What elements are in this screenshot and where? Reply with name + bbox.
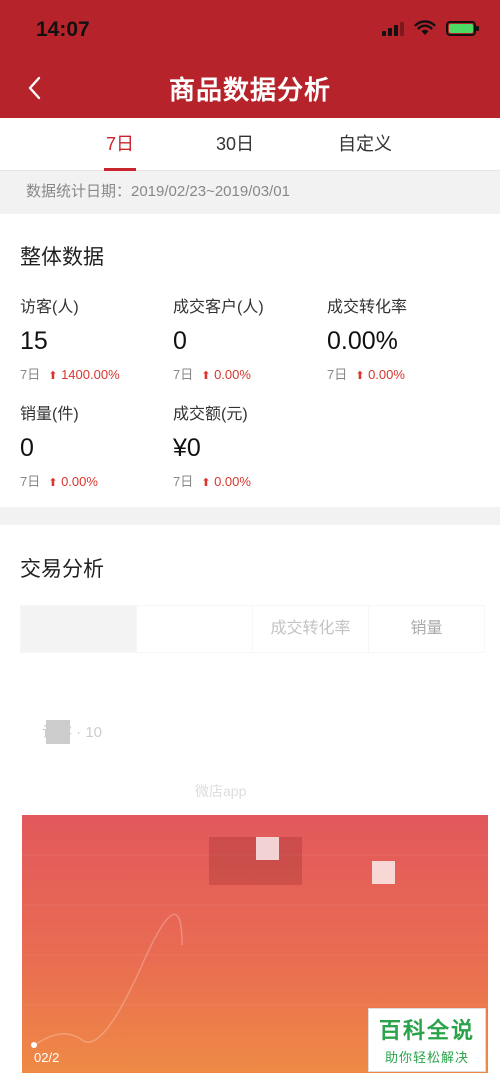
metric-label: 销量(件) xyxy=(20,406,79,423)
metric-change-value: 0.00% xyxy=(368,367,405,382)
tab-7-days[interactable]: 7日 xyxy=(90,118,150,171)
metric-change-value: 0.00% xyxy=(214,367,251,382)
status-bar: 14:07 xyxy=(0,0,500,60)
cellular-signal-icon xyxy=(382,20,404,36)
metric-period: 7日 xyxy=(20,367,41,382)
metric-conversion-rate: 成交转化率 0.00% 7日 ⬆ 0.00% xyxy=(327,293,477,383)
chart-mosaic-light xyxy=(256,837,279,860)
watermark-subtitle: 助你轻松解决 xyxy=(384,1050,469,1065)
chart-mosaic-light xyxy=(372,861,395,884)
faded-source-text: 微店app xyxy=(195,783,247,799)
trade-tab-2[interactable] xyxy=(137,606,253,652)
metric-revenue: 成交额(元) ¥0 7日 ⬆ 0.00% xyxy=(173,400,323,490)
metric-change: 7日 ⬆ 0.00% xyxy=(20,471,170,490)
arrow-up-icon: ⬆ xyxy=(355,370,365,382)
date-range: 数据统计日期：2019/02/23~2019/03/01 xyxy=(0,172,500,214)
faded-legend-text: 访客 · 10 xyxy=(42,724,103,741)
metric-change-value: 0.00% xyxy=(214,474,251,489)
metric-change-value: 1400.00% xyxy=(61,367,120,382)
trade-tab-1[interactable] xyxy=(21,606,137,652)
metric-value: 0 xyxy=(20,434,34,462)
period-tabs: 7日 30日 自定义 xyxy=(0,118,500,171)
metric-change: 7日 ⬆ 0.00% xyxy=(327,364,477,383)
arrow-up-icon: ⬆ xyxy=(48,477,58,489)
app-header: 14:07 商品数据分析 xyxy=(0,0,500,118)
metric-change: 7日 ⬆ 1400.00% xyxy=(20,364,170,383)
arrow-up-icon: ⬆ xyxy=(48,370,58,382)
metric-label: 成交转化率 xyxy=(327,299,408,316)
tab-custom[interactable]: 自定义 xyxy=(325,118,405,171)
tab-30-days[interactable]: 30日 xyxy=(200,118,270,171)
metric-label: 成交额(元) xyxy=(173,406,248,423)
metric-label: 访客(人) xyxy=(20,299,79,316)
status-icons xyxy=(382,20,479,36)
trade-tab-sales[interactable]: 销量 xyxy=(369,606,484,652)
metric-period: 7日 xyxy=(173,367,194,382)
metric-sales-volume: 销量(件) 0 7日 ⬆ 0.00% xyxy=(20,400,170,490)
metric-label: 成交客户(人) xyxy=(173,299,264,316)
metric-period: 7日 xyxy=(327,367,348,382)
watermark-logo: 百科全说 助你轻松解决 xyxy=(368,1008,486,1072)
trade-metric-tabs: 成交转化率 销量 xyxy=(20,605,485,653)
metric-visitors: 访客(人) 15 7日 ⬆ 1400.00% xyxy=(20,293,170,383)
arrow-up-icon: ⬆ xyxy=(201,370,211,382)
metric-change: 7日 ⬆ 0.00% xyxy=(173,364,323,383)
watermark-title: 百科全说 xyxy=(378,1018,475,1043)
trade-tab-conversion[interactable]: 成交转化率 xyxy=(253,606,369,652)
metric-change: 7日 ⬆ 0.00% xyxy=(173,471,323,490)
metric-value: 15 xyxy=(20,327,48,355)
arrow-up-icon: ⬆ xyxy=(201,477,211,489)
metric-value: 0 xyxy=(173,327,187,355)
page-title: 商品数据分析 xyxy=(168,75,331,105)
wifi-icon xyxy=(414,20,436,35)
trade-section-title: 交易分析 xyxy=(20,558,104,581)
status-time: 14:07 xyxy=(36,18,90,41)
metric-customers: 成交客户(人) 0 7日 ⬆ 0.00% xyxy=(173,293,323,383)
metric-value: 0.00% xyxy=(327,327,398,355)
chart-x-label: 02/2 xyxy=(34,1050,60,1065)
overall-section-title: 整体数据 xyxy=(20,246,104,269)
trade-analysis-card: 交易分析 成交转化率 销量 访客 · 10 微店app 02/2 xyxy=(0,525,500,1082)
battery-icon xyxy=(446,20,479,36)
metric-period: 7日 xyxy=(20,474,41,489)
metric-period: 7日 xyxy=(173,474,194,489)
overall-data-card: 整体数据 访客(人) 15 7日 ⬆ 1400.00% 成交客户(人) 0 7日 ⬆… xyxy=(0,214,500,507)
metric-value: ¥0 xyxy=(173,434,201,462)
metric-change-value: 0.00% xyxy=(61,474,98,489)
